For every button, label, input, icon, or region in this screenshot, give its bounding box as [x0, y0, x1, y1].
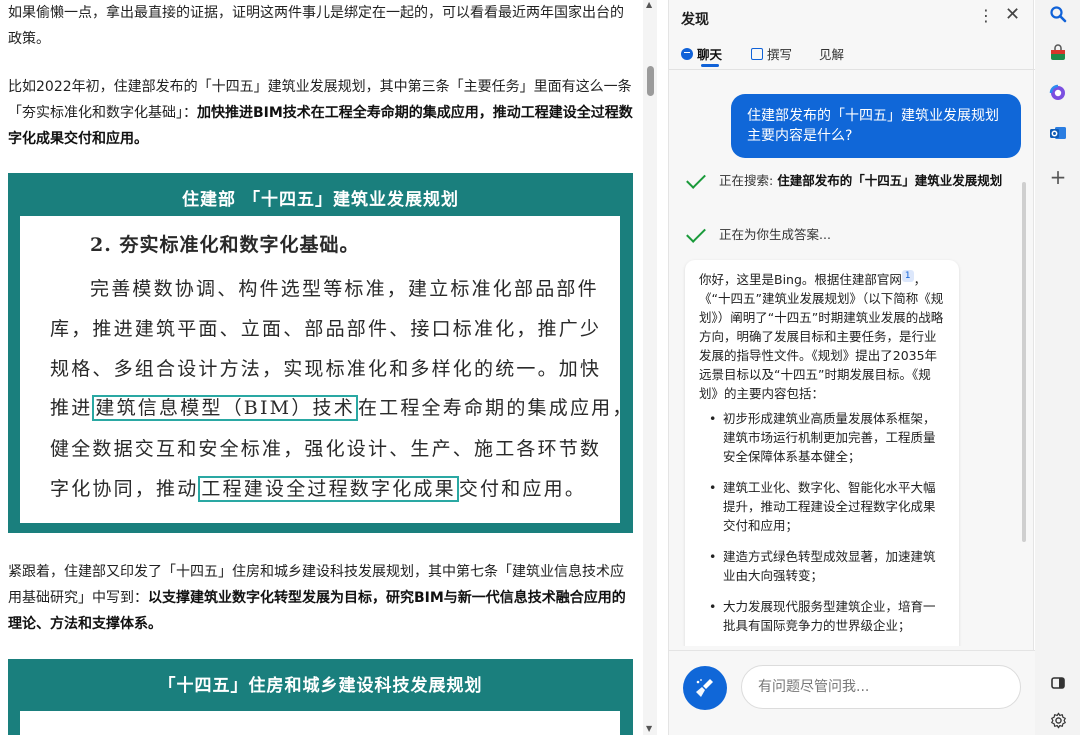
doc-line-4: 推进 建筑信息模型（BIM）技术 在工程全寿命期的集成应用， — [50, 393, 634, 421]
doc-line-4a: 推进 — [50, 397, 93, 419]
policy-image-1-title: 住建部 「十四五」建筑业发展规划 — [182, 190, 459, 210]
chat-scrollbar[interactable] — [1022, 182, 1026, 542]
list-item: 建筑工业化、数字化、智能化水平大幅提升，推动工程建设全过程数字化成果交付和应用； — [699, 478, 945, 535]
chat-input[interactable] — [741, 665, 1021, 709]
scroll-up-arrow-icon[interactable]: ▲ — [646, 0, 652, 9]
article-scrollbar[interactable] — [643, 0, 657, 735]
tab-chat-label: 聊天 — [697, 47, 723, 62]
user-message-bubble: 住建部发布的「十四五」建筑业发展规划主要内容是什么? — [731, 94, 1021, 158]
tab-insights[interactable]: 见解 — [819, 44, 844, 63]
status-generating: 正在为你生成答案... — [686, 223, 1017, 246]
search-prefix: 正在搜索: — [719, 173, 778, 188]
close-icon[interactable]: ✕ — [1005, 4, 1020, 25]
discover-panel: 发现 ⋮ ✕ 聊天 撰写 见解 住建部发布的「十四五」建筑业发展规划主要内容是什… — [668, 0, 1035, 735]
answer-bullet-list: 初步形成建筑业高质量发展体系框架，建筑市场运行机制更加完善，工程质量安全保障体系… — [699, 409, 945, 635]
check-icon — [686, 223, 706, 243]
compose-icon — [751, 47, 763, 60]
article-paragraph-3: 紧跟着，住建部又印发了「十四五」住房和城乡建设科技发展规划，其中第七条「建筑业信… — [8, 559, 634, 637]
scroll-down-arrow-icon[interactable]: ▼ — [646, 724, 652, 733]
chat-area: 住建部发布的「十四五」建筑业发展规划主要内容是什么? 正在搜索: 住建部发布的「… — [669, 72, 1035, 646]
tab-insights-label: 见解 — [819, 47, 845, 62]
policy-image-2-title: 「十四五」住房和城乡建设科技发展规划 — [158, 676, 483, 696]
citation-badge[interactable]: 1 — [901, 270, 914, 282]
add-icon[interactable]: + — [1049, 165, 1067, 189]
doc-line-6c: 交付和应用。 — [458, 478, 587, 500]
chat-icon — [681, 47, 693, 60]
status-searching: 正在搜索: 住建部发布的「十四五」建筑业发展规划 — [686, 169, 1019, 212]
policy-image-2: 「十四五」住房和城乡建设科技发展规划 — [8, 659, 633, 735]
article-scroll-thumb[interactable] — [647, 66, 654, 96]
panel-header: 发现 ⋮ ✕ — [669, 0, 1035, 36]
doc-line-4c: 在工程全寿命期的集成应用， — [357, 397, 634, 419]
active-tab-indicator — [701, 64, 719, 67]
sidebar-rail: + — [1035, 0, 1080, 735]
copilot-icon[interactable] — [1049, 84, 1067, 102]
answer-intro-b: ，《“十四五”建筑业发展规划》（以下简称《规划》）阐明了“十四五”时期建筑业发展… — [699, 272, 944, 401]
doc-line-5: 健全数据交互和安全标准，强化设计、生产、施工各环节数 — [50, 438, 602, 460]
tab-compose-label: 撰写 — [767, 47, 793, 62]
shopping-bag-icon[interactable] — [1049, 44, 1067, 62]
settings-gear-icon[interactable] — [1049, 711, 1067, 729]
bim-highlight: 建筑信息模型（BIM）技术 — [92, 395, 358, 421]
doc-line-6a: 字化协同，推动 — [50, 478, 199, 500]
chat-input-area — [669, 650, 1035, 735]
doc-line-6: 字化协同，推动 工程建设全过程数字化成果 交付和应用。 — [50, 474, 587, 502]
article-paragraph-2: 比如2022年初，住建部发布的「十四五」建筑业发展规划，其中第三条「主要任务」里… — [8, 74, 634, 152]
policy-image-1: 住建部 「十四五」建筑业发展规划 2. 夯实标准化和数字化基础。 完善模数协调、… — [8, 173, 633, 533]
doc-heading: 2. 夯实标准化和数字化基础。 — [90, 234, 360, 256]
status-searching-text: 正在搜索: 住建部发布的「十四五」建筑业发展规划 — [719, 172, 1019, 190]
answer-intro: 你好，这里是Bing。根据住建部官网 1 ，《“十四五”建筑业发展规划》（以下简称《… — [699, 270, 945, 403]
panel-title: 发现 — [681, 12, 709, 28]
search-icon[interactable] — [1049, 5, 1067, 23]
search-query: 住建部发布的「十四五」建筑业发展规划 — [777, 173, 1003, 188]
outlook-icon[interactable] — [1049, 124, 1067, 142]
doc-line-2: 库，推进建筑平面、立面、部品部件、接口标准化，推广少 — [50, 318, 602, 340]
article-paragraph-1: 如果偷懒一点，拿出最直接的证据，证明这两件事儿是绑定在一起的，可以看看最近两年国… — [8, 5, 624, 47]
doc-line-3: 规格、多组合设计方法，实现标准化和多样化的统一。加快 — [50, 358, 602, 380]
article: 如果偷懒一点，拿出最直接的证据，证明这两件事儿是绑定在一起的，可以看看最近两年国… — [0, 0, 642, 735]
answer-intro-a: 你好，这里是Bing。根据住建部官网 — [699, 272, 902, 287]
more-options-icon[interactable]: ⋮ — [978, 6, 994, 25]
broom-icon — [696, 679, 713, 697]
list-item: 大力发展现代服务型建筑企业，培育一批具有国际竞争力的世界级企业； — [699, 597, 945, 635]
sidebar-toggle-icon[interactable] — [1049, 674, 1067, 692]
status-generating-text: 正在为你生成答案... — [719, 227, 831, 242]
policy-document-2-excerpt — [20, 711, 620, 735]
tab-compose[interactable]: 撰写 — [751, 44, 792, 63]
new-topic-button[interactable] — [683, 666, 727, 710]
policy-document-excerpt: 2. 夯实标准化和数字化基础。 完善模数协调、构件选型等标准，建立标准化部品部件… — [20, 216, 631, 523]
bing-answer-card: 你好，这里是Bing。根据住建部官网 1 ，《“十四五”建筑业发展规划》（以下简称《… — [685, 260, 959, 646]
tab-chat[interactable]: 聊天 — [681, 44, 722, 63]
digital-delivery-highlight: 工程建设全过程数字化成果 — [198, 476, 459, 502]
doc-line-1: 完善模数协调、构件选型等标准，建立标准化部品部件 — [90, 278, 599, 300]
check-icon — [686, 169, 706, 189]
panel-tabs: 聊天 撰写 见解 — [669, 38, 1035, 70]
list-item: 初步形成建筑业高质量发展体系框架，建筑市场运行机制更加完善，工程质量安全保障体系… — [699, 409, 945, 466]
list-item: 建造方式绿色转型成效显著，加速建筑业由大向强转变； — [699, 547, 945, 585]
